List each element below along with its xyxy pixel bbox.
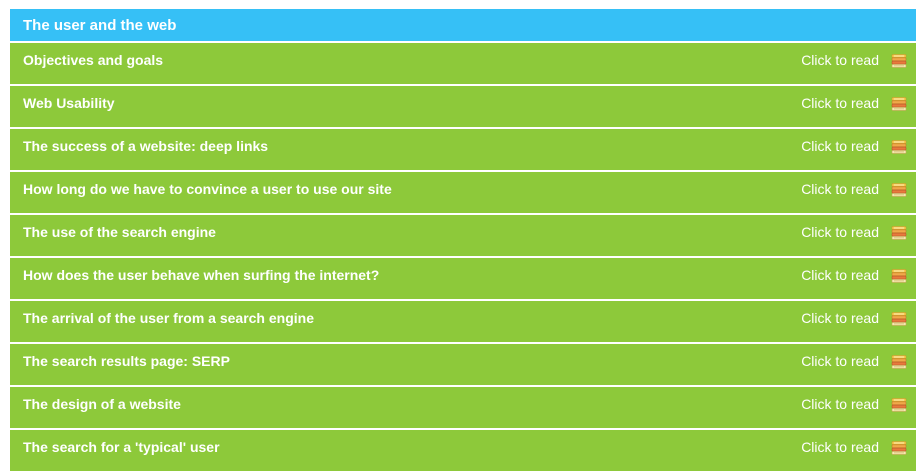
book-stack-icon[interactable] — [891, 97, 907, 111]
read-link[interactable]: Click to read — [801, 86, 916, 111]
read-link[interactable]: Click to read — [801, 258, 916, 283]
book-stack-icon[interactable] — [891, 312, 907, 326]
article-title[interactable]: The success of a website: deep links — [10, 129, 801, 154]
list-item[interactable]: Objectives and goals Click to read — [10, 43, 916, 86]
click-to-read-label[interactable]: Click to read — [801, 267, 879, 283]
click-to-read-label[interactable]: Click to read — [801, 396, 879, 412]
click-to-read-label[interactable]: Click to read — [801, 138, 879, 154]
article-title[interactable]: The search results page: SERP — [10, 344, 801, 369]
read-link[interactable]: Click to read — [801, 215, 916, 240]
click-to-read-label[interactable]: Click to read — [801, 52, 879, 68]
list-item[interactable]: The search results page: SERP Click to r… — [10, 344, 916, 387]
click-to-read-label[interactable]: Click to read — [801, 439, 879, 455]
read-link[interactable]: Click to read — [801, 301, 916, 326]
list-item[interactable]: Web Usability Click to read — [10, 86, 916, 129]
list-item[interactable]: How does the user behave when surfing th… — [10, 258, 916, 301]
article-title[interactable]: The design of a website — [10, 387, 801, 412]
list-item[interactable]: The design of a website Click to read — [10, 387, 916, 430]
click-to-read-label[interactable]: Click to read — [801, 181, 879, 197]
book-stack-icon[interactable] — [891, 441, 907, 455]
article-title[interactable]: The arrival of the user from a search en… — [10, 301, 801, 326]
read-link[interactable]: Click to read — [801, 43, 916, 68]
click-to-read-label[interactable]: Click to read — [801, 224, 879, 240]
article-title[interactable]: How long do we have to convince a user t… — [10, 172, 801, 197]
book-stack-icon[interactable] — [891, 54, 907, 68]
read-link[interactable]: Click to read — [801, 129, 916, 154]
list-item[interactable]: How long do we have to convince a user t… — [10, 172, 916, 215]
book-stack-icon[interactable] — [891, 355, 907, 369]
book-stack-icon[interactable] — [891, 140, 907, 154]
book-stack-icon[interactable] — [891, 226, 907, 240]
click-to-read-label[interactable]: Click to read — [801, 310, 879, 326]
book-stack-icon[interactable] — [891, 183, 907, 197]
click-to-read-label[interactable]: Click to read — [801, 95, 879, 111]
article-title[interactable]: The search for a 'typical' user — [10, 430, 801, 455]
list-item[interactable]: The arrival of the user from a search en… — [10, 301, 916, 344]
list-item[interactable]: The success of a website: deep links Cli… — [10, 129, 916, 172]
book-stack-icon[interactable] — [891, 398, 907, 412]
list-item[interactable]: The search for a 'typical' user Click to… — [10, 430, 916, 473]
panel-title: The user and the web — [10, 9, 916, 43]
book-stack-icon[interactable] — [891, 269, 907, 283]
click-to-read-label[interactable]: Click to read — [801, 353, 879, 369]
article-list-panel: The user and the web Objectives and goal… — [10, 9, 916, 473]
article-title[interactable]: Web Usability — [10, 86, 801, 111]
list-item[interactable]: The use of the search engine Click to re… — [10, 215, 916, 258]
article-title[interactable]: The use of the search engine — [10, 215, 801, 240]
read-link[interactable]: Click to read — [801, 172, 916, 197]
read-link[interactable]: Click to read — [801, 430, 916, 455]
read-link[interactable]: Click to read — [801, 344, 916, 369]
article-title[interactable]: How does the user behave when surfing th… — [10, 258, 801, 283]
article-title[interactable]: Objectives and goals — [10, 43, 801, 68]
read-link[interactable]: Click to read — [801, 387, 916, 412]
article-list: Objectives and goals Click to read Web U… — [10, 43, 916, 473]
